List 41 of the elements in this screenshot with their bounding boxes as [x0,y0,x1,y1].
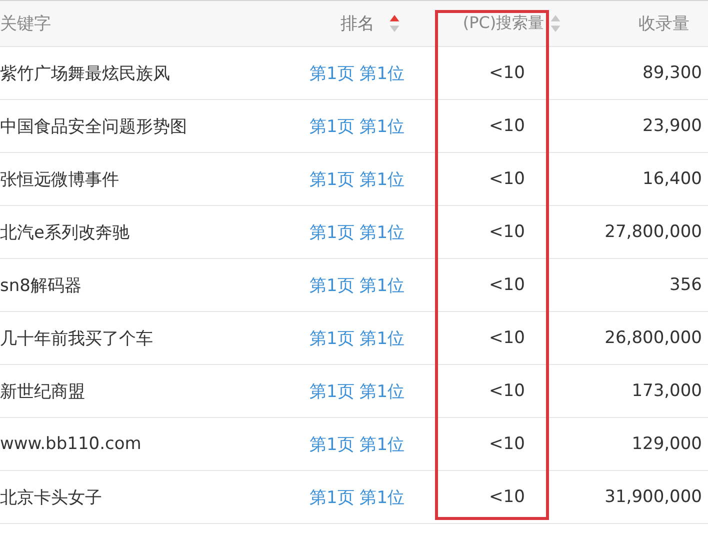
indexed-count-cell: 89,300 [642,63,702,83]
search-volume-cell: <10 [489,169,525,189]
indexed-count-cell: 26,800,000 [604,328,702,348]
keyword-cell-text: sn8解码器 [0,274,82,296]
rank-link[interactable]: 第1页 第1位 [309,114,405,138]
search-volume-cell: <10 [489,116,525,136]
keyword-cell-text: 北京卡头女子 [0,486,102,508]
search-volume-cell: <10 [489,275,525,295]
keyword-cell-text: 北汽e系列改奔驰 [0,222,130,244]
column-header[interactable]: 关键字 [0,12,51,35]
keyword-cell: www.bb110.com [0,434,142,454]
column-header[interactable]: 排名 [340,12,374,35]
rank-link[interactable]: 第1页 第1位 [309,486,405,508]
rank-link[interactable]: 第1页 第1位 [309,432,405,456]
rank-link[interactable]: 第1页 第1位 [309,380,405,402]
indexed-count-cell: 356 [670,275,702,295]
indexed-count-cell: 16,400 [642,169,702,189]
indexed-count-cell: 31,900,000 [604,487,702,507]
keyword-cell-text: 中国食品安全问题形势图 [0,116,187,138]
keyword-cell-text: 新世纪商盟 [0,380,85,402]
sort-icon[interactable] [388,14,400,33]
search-volume-cell: <10 [489,63,525,83]
column-header[interactable]: (PC)搜索量 [462,13,544,34]
indexed-count-cell: 129,000 [632,434,702,454]
keyword-cell-text: 紫竹广场舞最炫民族风 [0,62,170,84]
rank-link[interactable]: 第1页 第1位 [309,62,405,84]
indexed-count-cell: 23,900 [642,116,702,136]
rank-link[interactable]: 第1页 第1位 [309,274,405,296]
indexed-count-cell: 27,800,000 [604,222,702,242]
search-volume-cell: <10 [489,381,525,401]
search-volume-cell: <10 [489,328,525,348]
rank-link[interactable]: 第1页 第1位 [309,326,405,350]
rank-link[interactable]: 第1页 第1位 [309,220,405,244]
keyword-cell-text: 几十年前我买了个车 [0,328,153,350]
search-volume-cell: <10 [489,222,525,242]
keyword-cell-text: 张恒远微博事件 [0,168,119,190]
rank-link[interactable]: 第1页 第1位 [309,168,405,190]
search-volume-cell: <10 [489,487,525,507]
indexed-count-cell: 173,000 [632,381,702,401]
column-header[interactable]: 收录量 [638,12,690,35]
search-volume-cell: <10 [489,434,525,454]
